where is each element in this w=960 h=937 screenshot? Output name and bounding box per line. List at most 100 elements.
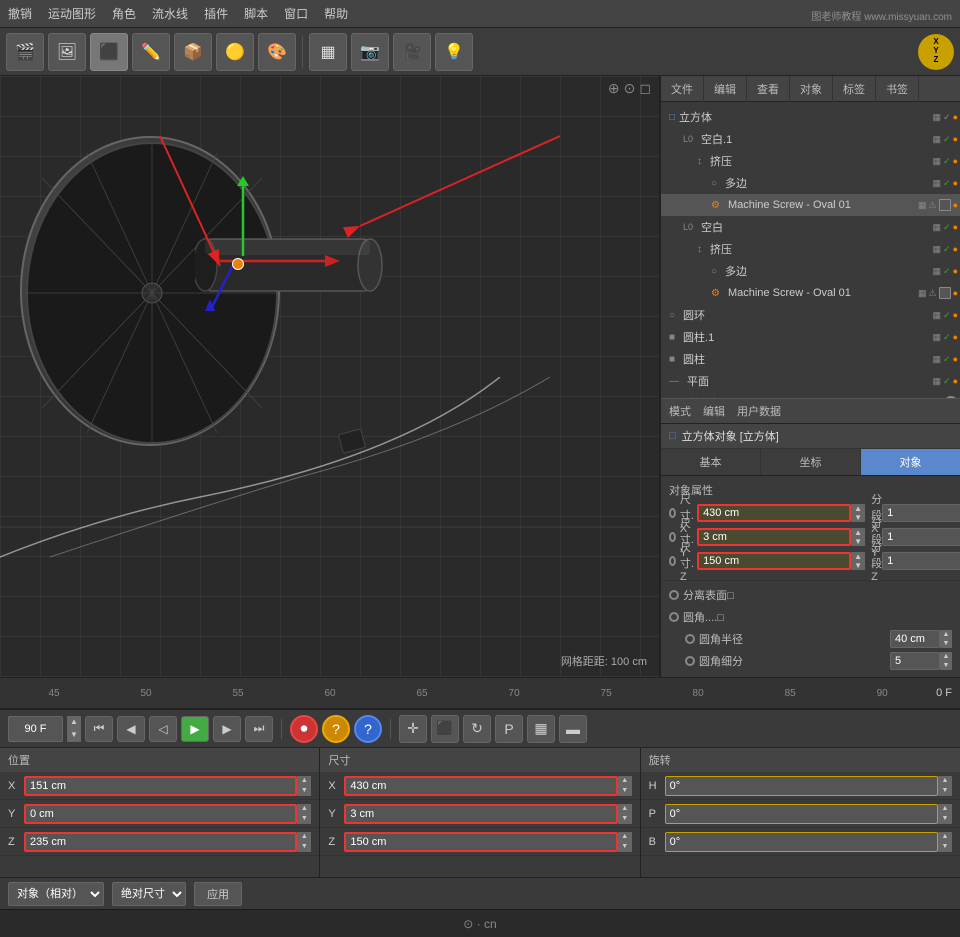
size-spin-y-down[interactable]: ▼ — [618, 814, 632, 824]
pos-spin-y-down[interactable]: ▼ — [297, 814, 311, 824]
pos-spin-x-down[interactable]: ▼ — [297, 786, 311, 796]
rot-spin-h-up[interactable]: ▲ — [938, 776, 952, 786]
menu-undo[interactable]: 撤销 — [8, 5, 32, 22]
tree-item-plane[interactable]: — 平面 ▦ ✓ ● — [661, 370, 960, 392]
size-mode-select[interactable]: 绝对尺寸 — [112, 882, 186, 906]
prop-fillet-radius-input[interactable] — [890, 630, 940, 648]
tool-edit[interactable]: ✏️ — [132, 33, 170, 71]
rot-spin-p-down[interactable]: ▼ — [938, 814, 952, 824]
menu-pipeline[interactable]: 流水线 — [152, 5, 188, 22]
tree-item-cyl2[interactable]: ■ 圆柱 ▦ ✓ ● — [661, 348, 960, 370]
rot-spin-p-up[interactable]: ▲ — [938, 804, 952, 814]
tree-item-extrude1[interactable]: ↕ 挤压 ▦ ✓ ● — [661, 150, 960, 172]
move-tool[interactable]: ✛ — [399, 715, 427, 743]
prop-spinner-z[interactable]: ▲ ▼ — [851, 552, 865, 570]
size-input-y[interactable] — [344, 804, 617, 824]
prop-right-input-z[interactable] — [882, 552, 960, 570]
tab-view[interactable]: 查看 — [747, 76, 790, 102]
scale-tool[interactable]: ⬛ — [431, 715, 459, 743]
size-spin-x[interactable]: ▲ ▼ — [618, 776, 632, 796]
tab-edit[interactable]: 编辑 — [704, 76, 747, 102]
tree-item-empty2[interactable]: L0 空白 ▦ ✓ ● — [661, 216, 960, 238]
pos-input-z[interactable] — [24, 832, 297, 852]
pos-spin-y[interactable]: ▲ ▼ — [297, 804, 311, 824]
size-spin-z-down[interactable]: ▼ — [618, 842, 632, 852]
prop-spinner-y-up[interactable]: ▲ — [851, 528, 865, 537]
tool-object[interactable]: 📦 — [174, 33, 212, 71]
grid-tool[interactable]: ▦ — [527, 715, 555, 743]
frame-spinner[interactable]: ▲ ▼ — [67, 716, 81, 742]
xyz-button[interactable]: X Y Z — [918, 34, 954, 70]
menu-window[interactable]: 窗口 — [284, 5, 308, 22]
prop-spinner-z-up[interactable]: ▲ — [851, 552, 865, 561]
tree-item-cube[interactable]: □ 立方体 ▦ ✓ ● — [661, 106, 960, 128]
frame-input[interactable] — [8, 716, 63, 742]
rot-input-b[interactable] — [665, 832, 938, 852]
tool-texture[interactable]: 🟡 — [216, 33, 254, 71]
tab-file[interactable]: 文件 — [661, 76, 704, 102]
pos-spin-z[interactable]: ▲ ▼ — [297, 832, 311, 852]
keyframe-btn[interactable]: ? — [322, 715, 350, 743]
tree-item-cyl1[interactable]: ■ 圆柱.1 ▦ ✓ ● — [661, 326, 960, 348]
mode-tab[interactable]: 模式 — [669, 403, 691, 419]
prop-tab-coords[interactable]: 坐标 — [761, 449, 861, 475]
pos-spin-x[interactable]: ▲ ▼ — [297, 776, 311, 796]
rot-spin-p[interactable]: ▲ ▼ — [938, 804, 952, 824]
tool-light[interactable]: 💡 — [435, 33, 473, 71]
prop-fillet-radius-up[interactable]: ▲ — [940, 630, 952, 639]
frame-up[interactable]: ▲ — [67, 716, 81, 729]
prop-fillet-radius-down[interactable]: ▼ — [940, 639, 952, 648]
tree-item-screw2[interactable]: ⚙ Machine Screw - Oval 01 ▦ ⚠ ● — [661, 282, 960, 304]
prop-spinner-x-up[interactable]: ▲ — [851, 504, 865, 513]
prop-fillet-sub-down[interactable]: ▼ — [940, 661, 952, 670]
tree-item-poly2[interactable]: ○ 多边 ▦ ✓ ● — [661, 260, 960, 282]
size-spin-z[interactable]: ▲ ▼ — [618, 832, 632, 852]
play-back-btn[interactable]: ◁ — [149, 716, 177, 742]
go-end-btn[interactable]: ⏭ — [245, 716, 273, 742]
prop-input-x[interactable] — [697, 504, 851, 522]
frame-down[interactable]: ▼ — [67, 729, 81, 742]
tool-camera-left[interactable]: 📷 — [351, 33, 389, 71]
prop-spinner-y-down[interactable]: ▼ — [851, 537, 865, 546]
apply-button[interactable]: 应用 — [194, 882, 242, 906]
size-input-x[interactable] — [344, 776, 617, 796]
userdata-tab[interactable]: 用户数据 — [737, 403, 781, 419]
tree-item-poly1[interactable]: ○ 多边 ▦ ✓ ● — [661, 172, 960, 194]
menu-plugin[interactable]: 插件 — [204, 5, 228, 22]
size-spin-x-down[interactable]: ▼ — [618, 786, 632, 796]
size-spin-y[interactable]: ▲ ▼ — [618, 804, 632, 824]
tree-item-screw1[interactable]: ⚙ Machine Screw - Oval 01 ▦ ⚠ ● — [661, 194, 960, 216]
menu-script[interactable]: 脚本 — [244, 5, 268, 22]
rot-spin-b[interactable]: ▲ ▼ — [938, 832, 952, 852]
rotate-tool[interactable]: ↻ — [463, 715, 491, 743]
prop-tab-basic[interactable]: 基本 — [661, 449, 761, 475]
prop-spinner-y[interactable]: ▲ ▼ — [851, 528, 865, 546]
prop-input-z[interactable] — [697, 552, 851, 570]
go-start-btn[interactable]: ⏮ — [85, 716, 113, 742]
play-btn[interactable]: ▶ — [181, 716, 209, 742]
tool-render[interactable]: 🖼 — [48, 33, 86, 71]
record-btn[interactable]: ⏺ — [290, 715, 318, 743]
help-btn[interactable]: ? — [354, 715, 382, 743]
tool-paint[interactable]: 🎨 — [258, 33, 296, 71]
prop-spinner-x-down[interactable]: ▼ — [851, 513, 865, 522]
parking-tool[interactable]: P — [495, 715, 523, 743]
prop-fillet-sub-input[interactable] — [890, 652, 940, 670]
prop-fillet-radius-spin[interactable]: ▲ ▼ — [940, 630, 952, 648]
pos-spin-z-up[interactable]: ▲ — [297, 832, 311, 842]
rot-spin-b-down[interactable]: ▼ — [938, 842, 952, 852]
prop-input-y[interactable] — [697, 528, 851, 546]
rot-spin-h-down[interactable]: ▼ — [938, 786, 952, 796]
tool-camera-right[interactable]: 🎥 — [393, 33, 431, 71]
tab-bookmark[interactable]: 书签 — [876, 76, 919, 102]
tool-grid[interactable]: ▦ — [309, 33, 347, 71]
step-fwd-btn[interactable]: ▶ — [213, 716, 241, 742]
pos-input-y[interactable] — [24, 804, 297, 824]
pos-spin-z-down[interactable]: ▼ — [297, 842, 311, 852]
prop-tab-object[interactable]: 对象 — [861, 449, 960, 475]
tab-tag[interactable]: 标签 — [833, 76, 876, 102]
size-spin-y-up[interactable]: ▲ — [618, 804, 632, 814]
prop-fillet-sub-up[interactable]: ▲ — [940, 652, 952, 661]
coord-mode-select[interactable]: 对象（相对） — [8, 882, 104, 906]
rot-input-h[interactable] — [665, 776, 938, 796]
